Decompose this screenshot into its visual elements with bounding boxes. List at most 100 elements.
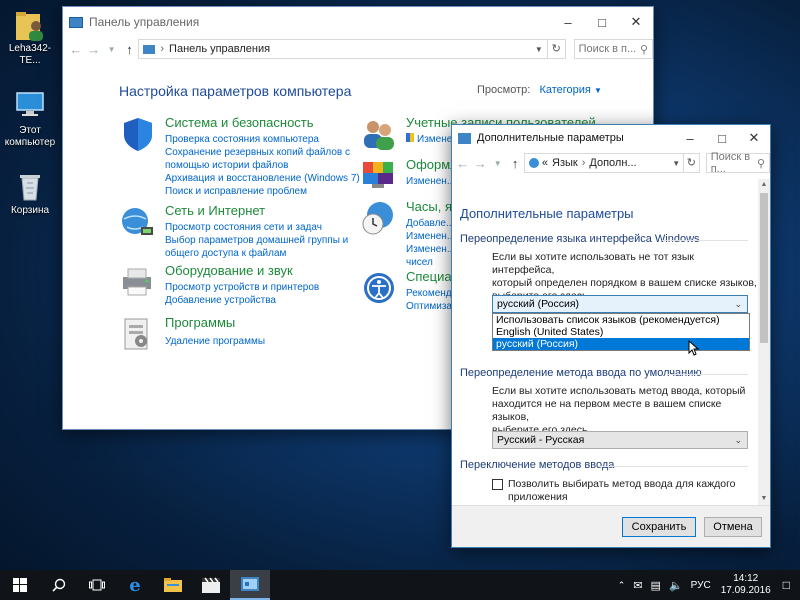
breadcrumb-overflow[interactable]: « (542, 157, 548, 169)
back-button[interactable]: ← (454, 156, 471, 171)
desktop-icon-user-folder[interactable]: Leha342-TE... (2, 8, 58, 67)
breadcrumb-language[interactable]: Язык (552, 157, 578, 169)
minimize-button[interactable]: – (551, 7, 585, 37)
category-link[interactable]: общего доступа к файлам (165, 247, 348, 260)
section-divider (662, 240, 748, 241)
desktop-icon-label: Этот компьютер (4, 125, 56, 148)
close-button[interactable]: ✕ (619, 7, 653, 37)
recent-dropdown-icon[interactable]: ▼ (489, 159, 506, 168)
folder-icon (164, 578, 182, 592)
input-language-indicator[interactable]: РУС (691, 580, 711, 591)
refresh-button[interactable]: ↻ (684, 153, 700, 173)
media-taskbar-button[interactable] (192, 570, 230, 600)
address-dropdown-icon[interactable]: ▼ (672, 159, 680, 168)
breadcrumb-advanced[interactable]: Дополн... (589, 157, 636, 169)
taskbar: e ⌃ ✉ ▤ 🔈 РУС 14:12 17.09.2016 □ (0, 570, 800, 600)
category-link[interactable]: Архивация и восстановление (Windows 7) (165, 172, 360, 185)
per-app-input-label[interactable]: Позволить выбирать метод ввода для каждо… (508, 478, 736, 504)
edge-taskbar-button[interactable]: e (116, 570, 154, 600)
ui-language-select[interactable]: русский (Россия) ⌄ (492, 295, 748, 313)
category-link[interactable]: Просмотр состояния сети и задач (165, 221, 348, 234)
clock[interactable]: 14:12 17.09.2016 (721, 573, 771, 597)
category-title[interactable]: Сеть и Интернет (165, 203, 265, 218)
accessibility-icon (360, 269, 398, 307)
switch-section-title: Переключение методов ввода (460, 459, 615, 471)
category-title[interactable]: Программы (165, 315, 235, 330)
start-button[interactable] (0, 570, 40, 600)
save-button[interactable]: Сохранить (622, 517, 696, 537)
explorer-taskbar-button[interactable] (154, 570, 192, 600)
description-line: Если вы хотите использовать не тот язык … (492, 251, 694, 276)
category-link[interactable]: Изменен... (406, 230, 455, 243)
view-by-dropdown[interactable]: Категория ▼ (539, 84, 601, 96)
edge-icon: e (129, 574, 141, 596)
dialog-address-bar[interactable]: « Язык › Дополн... ▼ (523, 153, 685, 173)
maximize-button[interactable]: □ (706, 125, 738, 151)
notification-icon[interactable]: □ (783, 578, 790, 592)
control-panel-icon (69, 16, 83, 28)
refresh-button[interactable]: ↻ (547, 39, 566, 59)
forward-button[interactable]: → (471, 156, 488, 171)
view-by-value: Категория (539, 84, 591, 96)
tray-overflow-icon[interactable]: ⌃ (618, 580, 626, 591)
recent-dropdown-icon[interactable]: ▼ (103, 45, 121, 54)
up-button[interactable]: ↑ (506, 156, 523, 171)
category-link[interactable]: Выбор параметров домашней группы и (165, 234, 348, 247)
chevron-down-icon: ⌄ (734, 299, 742, 309)
address-dropdown-icon[interactable]: ▼ (535, 45, 543, 54)
cancel-button[interactable]: Отмена (704, 517, 762, 537)
category-link[interactable]: Проверка состояния компьютера (165, 133, 360, 146)
dropdown-option[interactable]: English (United States) (493, 326, 749, 338)
category-link[interactable]: помощью истории файлов (165, 159, 360, 172)
maximize-button[interactable]: □ (585, 7, 619, 37)
category-link[interactable]: Добавление устройства (165, 294, 319, 307)
dialog-search-input[interactable]: Поиск в п... ⚲ (705, 151, 771, 175)
category-link[interactable]: Поиск и исправление проблем (165, 185, 360, 198)
category-link[interactable]: Сохранение резервных копий файлов с (165, 146, 360, 159)
category-link[interactable]: Добавле... (406, 217, 455, 230)
search-input[interactable]: Поиск в п... ⚲ (573, 39, 653, 59)
category-link[interactable]: Изменен... (406, 243, 455, 256)
volume-icon[interactable]: 🔈 (669, 579, 683, 592)
programs-icon (119, 315, 157, 353)
category-link[interactable]: Просмотр устройств и принтеров (165, 281, 319, 294)
scroll-down-arrow-icon[interactable]: ▼ (758, 493, 770, 505)
input-method-select[interactable]: Русский - Русская ⌄ (492, 431, 748, 449)
section-divider (598, 466, 748, 467)
users-icon (360, 115, 398, 153)
category-link[interactable]: чисел (406, 256, 455, 269)
description-line: Если вы хотите использовать метод ввода,… (492, 385, 746, 397)
desktop-icon-recycle-bin[interactable]: Корзина (2, 170, 58, 217)
category-link[interactable]: Изменен... (406, 175, 455, 188)
up-button[interactable]: ↑ (121, 42, 139, 57)
chevron-down-icon: ⌄ (734, 435, 742, 445)
address-bar[interactable]: › Панель управления ▼ (138, 39, 548, 59)
control-panel-taskbar-button[interactable] (230, 570, 270, 600)
desktop-icon-this-pc[interactable]: Этот компьютер (2, 90, 58, 149)
control-panel-titlebar[interactable]: Панель управления – □ ✕ (63, 7, 653, 37)
dropdown-option-selected[interactable]: русский (Россия) (493, 338, 749, 350)
dropdown-option[interactable]: Использовать список языков (рекомендуетс… (493, 314, 749, 326)
back-button[interactable]: ← (67, 42, 85, 57)
description-line: который определен порядком в вашем списк… (492, 277, 757, 289)
search-icon: ⚲ (756, 157, 766, 170)
search-placeholder: Поиск в п... (710, 151, 751, 175)
action-center-badge-icon[interactable]: ✉ (633, 579, 642, 592)
scrollbar-thumb[interactable] (760, 193, 768, 343)
advanced-settings-window: Дополнительные параметры – □ ✕ ← → ▼ ↑ «… (451, 124, 771, 548)
ui-language-dropdown-list: Использовать список языков (рекомендуетс… (492, 313, 750, 351)
forward-button[interactable]: → (85, 42, 103, 57)
search-placeholder: Поиск в п... (578, 43, 637, 55)
task-view-button[interactable] (78, 570, 116, 600)
dialog-titlebar[interactable]: Дополнительные параметры – □ ✕ (452, 125, 770, 151)
category-link[interactable]: Удаление программы (165, 335, 265, 348)
category-title[interactable]: Оборудование и звук (165, 263, 293, 278)
scroll-up-arrow-icon[interactable]: ▲ (758, 179, 770, 191)
close-button[interactable]: ✕ (738, 125, 770, 151)
category-title[interactable]: Система и безопасность (165, 115, 314, 130)
minimize-button[interactable]: – (674, 125, 706, 151)
dialog-scrollbar[interactable]: ▲ ▼ (758, 179, 770, 505)
search-button[interactable] (40, 570, 78, 600)
per-app-input-checkbox[interactable] (492, 479, 503, 490)
network-icon[interactable]: ▤ (651, 579, 661, 592)
